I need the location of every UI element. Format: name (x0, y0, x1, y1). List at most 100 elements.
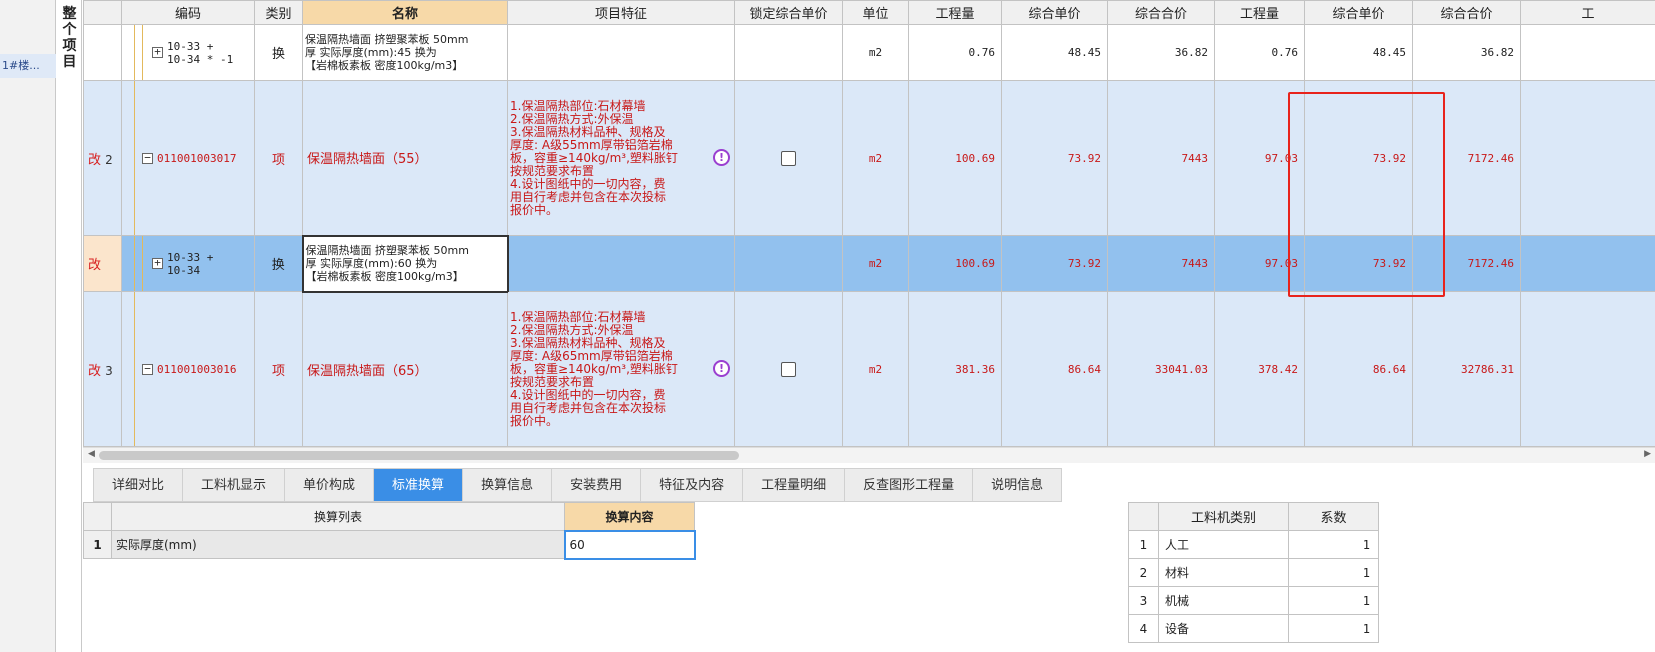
left-tree-item-building[interactable]: 1#楼... (0, 54, 56, 78)
conversion-corner (83, 502, 112, 531)
coefficient-row-category: 机械 (1158, 586, 1289, 615)
header-extra[interactable]: 工 (1520, 0, 1655, 25)
info-warning-icon[interactable]: ! (713, 360, 730, 377)
row-code: 10-33 + 10-34 (167, 250, 214, 277)
table-row-item-3[interactable]: 改 3 −011001003016 项 保温隔热墙面（65） 1.保温隔热部位:… (83, 291, 1655, 447)
tab-labor-material[interactable]: 工料机显示 (183, 468, 286, 502)
header-feature[interactable]: 项目特征 (507, 0, 735, 25)
row-qty-1[interactable]: 100.69 (908, 80, 1002, 236)
row-extra (1520, 235, 1655, 292)
tab-conversion-info[interactable]: 换算信息 (463, 468, 553, 502)
row-name[interactable]: 保温隔热墙面（55） (302, 80, 508, 236)
coefficient-row[interactable]: 1 人工 1 (1128, 530, 1379, 559)
row-qty-2[interactable]: 97.03 (1214, 80, 1305, 236)
conversion-row-label: 实际厚度(mm) (111, 530, 565, 559)
row-name[interactable]: 保温隔热墙面 挤塑聚苯板 50mm 厚 实际厚度(mm):60 换为 【岩棉板素… (301, 234, 509, 293)
row-unit-price-1: 73.92 (1001, 80, 1108, 236)
tab-notes[interactable]: 说明信息 (973, 468, 1063, 502)
scrollbar-thumb[interactable] (99, 451, 739, 460)
row-code-cell[interactable]: −011001003016 (121, 291, 255, 447)
row-code-cell[interactable]: +10-33 + 10-34 (121, 235, 255, 292)
table-row-sub-selected[interactable]: 改 +10-33 + 10-34 换 保温隔热墙面 挤塑聚苯板 50mm 厚 实… (83, 234, 1655, 293)
coefficient-row[interactable]: 3 机械 1 (1128, 586, 1379, 615)
row-code: 011001003017 (157, 151, 237, 165)
tree-line (142, 236, 143, 291)
row-feature[interactable] (507, 24, 735, 81)
lock-price-checkbox[interactable] (781, 150, 796, 166)
horizontal-scrollbar[interactable]: ◀ ▶ (83, 447, 1655, 463)
header-unit-price-2[interactable]: 综合单价 (1304, 0, 1413, 25)
conversion-row[interactable]: 1 实际厚度(mm) 60 (83, 529, 696, 560)
thickness-input[interactable]: 60 (563, 529, 696, 560)
tab-features[interactable]: 特征及内容 (641, 468, 744, 502)
coefficient-row[interactable]: 4 设备 1 (1128, 614, 1379, 643)
row-total-2: 36.82 (1412, 24, 1521, 81)
tab-standard-conversion[interactable]: 标准换算 (374, 468, 464, 502)
coefficient-row-index: 1 (1128, 530, 1159, 559)
lock-price-checkbox[interactable] (781, 361, 796, 377)
bill-grid: 编码 类别 名称 项目特征 锁定综合单价 单位 工程量 综合单价 综合合价 工程… (83, 0, 1655, 470)
row-mark: 改 3 (83, 291, 122, 447)
coefficient-row-value[interactable]: 1 (1288, 558, 1379, 587)
header-total-1[interactable]: 综合合价 (1107, 0, 1215, 25)
coefficient-row-value[interactable]: 1 (1288, 614, 1379, 643)
row-unit: m2 (842, 24, 909, 81)
row-total-1: 7443 (1107, 235, 1215, 292)
coefficient-table: 工料机类别 系数 1 人工 1 2 材料 1 3 机械 1 4 设备 1 (1128, 502, 1379, 643)
coefficient-row-index: 4 (1128, 614, 1159, 643)
row-qty-2[interactable]: 97.03 (1214, 235, 1305, 292)
row-name[interactable]: 保温隔热墙面（65） (302, 291, 508, 447)
conversion-panel: 换算列表 换算内容 1 实际厚度(mm) 60 工料机类别 系数 1 人工 1 … (83, 502, 1655, 652)
tab-install-cost[interactable]: 安装费用 (552, 468, 642, 502)
row-lock-cell (734, 291, 843, 447)
row-unit: m2 (842, 80, 909, 236)
collapse-icon[interactable]: − (142, 363, 153, 375)
table-row-sub-1[interactable]: +10-33 + 10-34 * -1 换 保温隔热墙面 挤塑聚苯板 50mm … (83, 24, 1655, 81)
row-qty-1[interactable]: 381.36 (908, 291, 1002, 447)
tab-detail-compare[interactable]: 详细对比 (93, 468, 184, 502)
scroll-right-icon[interactable]: ▶ (1644, 449, 1651, 459)
row-code-cell[interactable]: −011001003017 (121, 80, 255, 236)
header-code[interactable]: 编码 (121, 0, 255, 25)
tab-quantity-detail[interactable]: 工程量明细 (743, 468, 846, 502)
header-unit[interactable]: 单位 (842, 0, 909, 25)
header-total-2[interactable]: 综合合价 (1412, 0, 1521, 25)
header-qty-1[interactable]: 工程量 (908, 0, 1002, 25)
row-qty-2[interactable]: 0.76 (1214, 24, 1305, 81)
row-name[interactable]: 保温隔热墙面 挤塑聚苯板 50mm 厚 实际厚度(mm):45 换为 【岩棉板素… (302, 24, 508, 81)
header-mark (83, 0, 122, 25)
coefficient-row-value[interactable]: 1 (1288, 530, 1379, 559)
bill-table: 编码 类别 名称 项目特征 锁定综合单价 单位 工程量 综合单价 综合合价 工程… (83, 0, 1655, 447)
header-lock-price[interactable]: 锁定综合单价 (734, 0, 843, 25)
row-unit: m2 (842, 291, 909, 447)
tab-reverse-graphic-qty[interactable]: 反查图形工程量 (845, 468, 974, 502)
row-qty-1[interactable]: 0.76 (908, 24, 1002, 81)
row-code: 011001003016 (157, 362, 237, 376)
header-qty-2[interactable]: 工程量 (1214, 0, 1305, 25)
header-type[interactable]: 类别 (254, 0, 303, 25)
expand-icon[interactable]: + (152, 46, 163, 58)
header-name[interactable]: 名称 (302, 0, 508, 25)
row-qty-2[interactable]: 378.42 (1214, 291, 1305, 447)
row-qty-1[interactable]: 100.69 (908, 235, 1002, 292)
info-warning-icon[interactable]: ! (713, 149, 730, 166)
expand-icon[interactable]: + (152, 257, 163, 269)
row-extra (1520, 80, 1655, 236)
row-type: 项 (254, 291, 303, 447)
row-unit-price-2: 73.92 (1304, 80, 1413, 236)
scroll-left-icon[interactable]: ◀ (88, 449, 95, 459)
coefficient-row[interactable]: 2 材料 1 (1128, 558, 1379, 587)
collapse-icon[interactable]: − (142, 152, 153, 164)
row-feature[interactable]: 1.保温隔热部位:石材幕墙 2.保温隔热方式:外保温 3.保温隔热材料品种、规格… (507, 80, 735, 236)
row-unit-price-2: 48.45 (1304, 24, 1413, 81)
row-feature[interactable] (507, 235, 735, 292)
row-code-cell[interactable]: +10-33 + 10-34 * -1 (121, 24, 255, 81)
coefficient-row-value[interactable]: 1 (1288, 586, 1379, 615)
row-type: 换 (254, 24, 303, 81)
tab-unit-price-build[interactable]: 单价构成 (285, 468, 375, 502)
table-row-item-2[interactable]: 改 2 −011001003017 项 保温隔热墙面（55） 1.保温隔热部位:… (83, 80, 1655, 236)
tree-line (134, 292, 135, 446)
row-feature[interactable]: 1.保温隔热部位:石材幕墙 2.保温隔热方式:外保温 3.保温隔热材料品种、规格… (507, 291, 735, 447)
coefficient-value-header: 系数 (1288, 502, 1379, 531)
header-unit-price-1[interactable]: 综合单价 (1001, 0, 1108, 25)
